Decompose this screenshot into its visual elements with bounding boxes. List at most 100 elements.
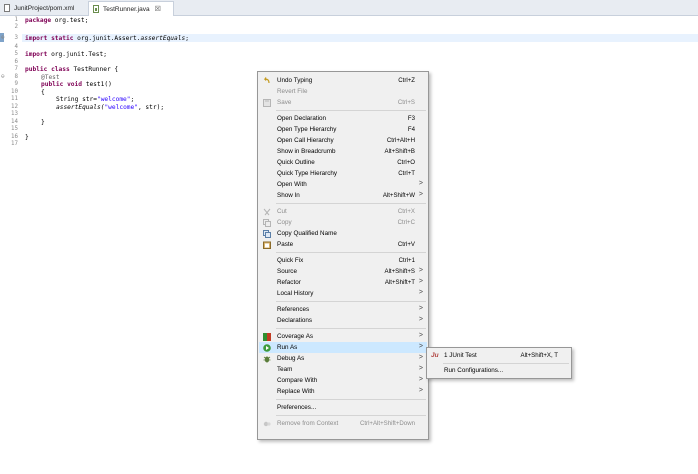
line-number: 10 <box>11 89 18 95</box>
menu-item-preferences[interactable]: Preferences... <box>259 402 427 413</box>
menu-separator <box>276 301 426 302</box>
code-line: import org.junit.Test; <box>25 51 107 58</box>
junit-icon: Ju <box>431 352 439 359</box>
editor-tab-bar: JunitProject/pom.xml TestRunner.java ☒ <box>0 0 698 16</box>
submenu-item-run-configurations[interactable]: Run Configurations... <box>428 365 570 377</box>
line-number: 6 <box>14 59 19 65</box>
submenu-item-junit-test[interactable]: Ju 1 JUnit Test Alt+Shift+X, T <box>428 350 570 362</box>
menu-item-refactor[interactable]: Refactor Alt+Shift+T > <box>259 277 427 288</box>
submenu-arrow-icon: > <box>418 180 423 187</box>
submenu-arrow-icon: > <box>418 305 423 312</box>
menu-item-remove-from-context[interactable]: Remove from Context Ctrl+Alt+Shift+Down <box>259 418 427 429</box>
submenu-arrow-icon: > <box>418 343 423 350</box>
undo-icon <box>263 77 271 85</box>
remove-from-context-icon <box>263 420 271 428</box>
menu-item-show-in[interactable]: Show In Alt+Shift+W > <box>259 190 427 201</box>
code-line: } <box>41 119 45 126</box>
menu-item-debug-as[interactable]: Debug As > <box>259 353 427 364</box>
menu-item-replace-with[interactable]: Replace With > <box>259 386 427 397</box>
code-line: public void test1() <box>41 81 112 88</box>
line-number: 15 <box>11 126 18 132</box>
line-number: 7 <box>14 66 19 72</box>
line-number: 9 <box>14 81 19 87</box>
menu-item-local-history[interactable]: Local History > <box>259 288 427 299</box>
tab-label: TestRunner.java <box>103 5 150 13</box>
line-number: 2 <box>14 24 19 30</box>
menu-item-declarations[interactable]: Declarations > <box>259 315 427 326</box>
menu-item-copy-qualified-name[interactable]: Copy Qualified Name <box>259 228 427 239</box>
menu-separator <box>276 328 426 329</box>
menu-item-open-with[interactable]: Open With > <box>259 179 427 190</box>
menu-item-team[interactable]: Team > <box>259 364 427 375</box>
menu-item-open-call-hierarchy[interactable]: Open Call Hierarchy Ctrl+Alt+H <box>259 135 427 146</box>
run-icon <box>263 344 271 352</box>
java-file-icon <box>93 5 99 13</box>
submenu-arrow-icon: > <box>418 376 423 383</box>
menu-separator <box>276 415 426 416</box>
menu-item-quick-fix[interactable]: Quick Fix Ctrl+1 <box>259 255 427 266</box>
menu-separator <box>276 399 426 400</box>
save-icon <box>263 99 271 107</box>
menu-separator <box>276 252 426 253</box>
code-line: { <box>41 89 45 96</box>
menu-item-paste[interactable]: Paste Ctrl+V <box>259 239 427 250</box>
menu-separator <box>276 203 426 204</box>
menu-item-cut[interactable]: Cut Ctrl+X <box>259 206 427 217</box>
menu-item-copy[interactable]: Copy Ctrl+C <box>259 217 427 228</box>
menu-item-coverage-as[interactable]: Coverage As > <box>259 331 427 342</box>
submenu-arrow-icon: > <box>418 332 423 339</box>
menu-separator <box>443 363 569 364</box>
menu-item-quick-outline[interactable]: Quick Outline Ctrl+O <box>259 157 427 168</box>
code-line: String str="welcome"; <box>56 96 135 103</box>
line-number: 17 <box>11 141 18 147</box>
menu-item-revert-file[interactable]: Revert File <box>259 86 427 97</box>
line-number: 13 <box>11 111 18 117</box>
paste-icon <box>263 241 271 249</box>
code-line: } <box>25 134 29 141</box>
menu-item-references[interactable]: References > <box>259 304 427 315</box>
tab-testrunner-java[interactable]: TestRunner.java ☒ <box>88 1 174 16</box>
menu-item-run-as[interactable]: Run As > <box>259 342 427 353</box>
xml-file-icon <box>4 4 10 12</box>
tab-label: JunitProject/pom.xml <box>14 4 75 12</box>
menu-item-compare-with[interactable]: Compare With > <box>259 375 427 386</box>
coverage-icon <box>263 333 271 341</box>
line-number: 5 <box>14 51 19 57</box>
line-number: 11 <box>11 96 18 102</box>
code-line: public class TestRunner { <box>25 66 119 73</box>
code-line: assertEquals("welcome", str); <box>56 104 165 111</box>
menu-item-undo-typing[interactable]: Undo Typing Ctrl+Z <box>259 75 427 86</box>
editor-context-menu: Undo Typing Ctrl+Z Revert File Save Ctrl… <box>257 71 429 440</box>
close-tab-icon[interactable]: ☒ <box>155 5 161 13</box>
tab-pom-xml[interactable]: JunitProject/pom.xml <box>2 1 84 15</box>
line-number: 8 <box>14 74 19 80</box>
line-number: 4 <box>14 44 19 50</box>
menu-item-save[interactable]: Save Ctrl+S <box>259 97 427 108</box>
menu-item-source[interactable]: Source Alt+Shift+S > <box>259 266 427 277</box>
menu-separator <box>276 110 426 111</box>
line-number: 3 <box>14 35 19 41</box>
menu-item-quick-type-hierarchy[interactable]: Quick Type Hierarchy Ctrl+T <box>259 168 427 179</box>
submenu-arrow-icon: > <box>418 289 423 296</box>
submenu-arrow-icon: > <box>418 267 423 274</box>
menu-item-show-in-breadcrumb[interactable]: Show in Breadcrumb Alt+Shift+B <box>259 146 427 157</box>
code-line: @Test <box>41 74 60 81</box>
submenu-arrow-icon: > <box>418 365 423 372</box>
copy-icon <box>263 219 271 227</box>
submenu-arrow-icon: > <box>418 387 423 394</box>
copy-qualified-name-icon <box>263 230 271 238</box>
menu-item-open-type-hierarchy[interactable]: Open Type Hierarchy F4 <box>259 124 427 135</box>
line-number: 16 <box>11 134 18 140</box>
scissors-icon <box>263 208 271 216</box>
menu-item-open-declaration[interactable]: Open Declaration F3 <box>259 113 427 124</box>
run-as-submenu: Ju 1 JUnit Test Alt+Shift+X, T Run Confi… <box>426 347 572 379</box>
line-number: 1 <box>14 17 19 23</box>
fold-toggle-icon[interactable]: ⊖ <box>1 73 5 80</box>
code-line: import static org.junit.Assert.assertEqu… <box>25 35 189 42</box>
fold-toggle-icon[interactable]: ⊕ <box>1 34 5 41</box>
bug-icon <box>263 355 271 363</box>
submenu-arrow-icon: > <box>418 316 423 323</box>
line-number: 14 <box>11 119 18 125</box>
submenu-arrow-icon: > <box>418 191 423 198</box>
code-line: package org.test; <box>25 17 89 24</box>
